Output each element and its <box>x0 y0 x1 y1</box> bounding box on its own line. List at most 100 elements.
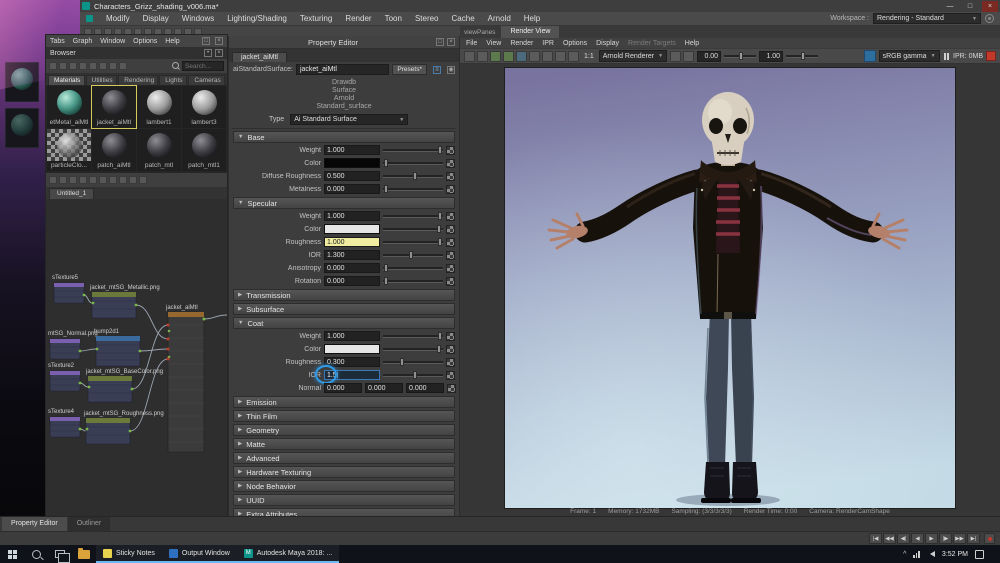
workspace-dropdown[interactable]: Rendering - Standard ▼ <box>873 13 981 24</box>
attr-value-field[interactable]: 1.000 <box>324 331 380 341</box>
search-button[interactable] <box>24 545 48 563</box>
toolbar-icon[interactable] <box>139 176 147 184</box>
slider-handle[interactable] <box>801 52 806 60</box>
toolbar-icon[interactable] <box>99 62 107 70</box>
taskbar-app-output-window[interactable]: Output Window <box>161 545 237 563</box>
step-back-frame-button[interactable]: ◀◀ <box>883 533 896 544</box>
texture-map-button[interactable] <box>446 224 455 234</box>
attr-value-field[interactable]: 0.000 <box>324 184 380 194</box>
set-key-icon[interactable] <box>984 533 995 544</box>
menu-render-targets[interactable]: Render Targets <box>628 40 676 47</box>
section-header-uuid[interactable]: ▶ UUID <box>233 494 455 506</box>
attr-value-field[interactable]: 1.5 <box>324 370 380 380</box>
menu-texturing[interactable]: Texturing <box>300 14 332 23</box>
gamma-slider[interactable] <box>786 51 819 61</box>
slider-handle[interactable] <box>408 251 413 259</box>
menu-display[interactable]: Display <box>143 14 169 23</box>
keep-image-icon[interactable] <box>542 50 553 62</box>
toolbar-icon[interactable] <box>89 176 97 184</box>
menu-view[interactable]: View <box>486 40 501 47</box>
exposure-field[interactable]: 0.00 <box>697 50 722 62</box>
start-button[interactable] <box>0 545 24 563</box>
ipr-render-icon[interactable] <box>503 50 514 62</box>
texture-map-button[interactable] <box>446 171 455 181</box>
close-icon[interactable]: × <box>447 38 455 46</box>
menu-cameras[interactable]: Cameras <box>188 75 226 85</box>
section-header-subsurface[interactable]: ▶ Subsurface <box>233 303 455 315</box>
toolbar-icon[interactable] <box>79 62 87 70</box>
texture-map-button[interactable] <box>446 237 455 247</box>
toolbar-icon[interactable] <box>109 176 117 184</box>
open-image-icon[interactable] <box>464 50 475 62</box>
menu-arnold[interactable]: Arnold <box>488 14 511 23</box>
texture-map-button[interactable] <box>446 276 455 286</box>
menu-materials[interactable]: Materials <box>48 75 85 85</box>
section-header-coat[interactable]: ▼ Coat <box>233 317 455 329</box>
texture-map-button[interactable] <box>446 357 455 367</box>
slider-handle[interactable] <box>384 185 389 193</box>
stop-ipr-icon[interactable] <box>986 51 996 61</box>
section-header-hardware-texturing[interactable]: ▶ Hardware Texturing <box>233 466 455 478</box>
maximize-button[interactable]: □ <box>962 1 978 12</box>
texture-map-button[interactable] <box>446 331 455 341</box>
section-header-emission[interactable]: ▶ Emission <box>233 396 455 408</box>
texture-map-button[interactable] <box>446 370 455 380</box>
go-to-end-button[interactable]: ▶| <box>967 533 980 544</box>
step-forward-key-button[interactable]: |▶ <box>939 533 952 544</box>
close-icon[interactable]: × <box>215 37 223 45</box>
colorspace-dropdown[interactable]: sRGB gamma ▼ <box>878 50 940 62</box>
section-header-advanced[interactable]: ▶ Advanced <box>233 452 455 464</box>
toolbar-icon[interactable] <box>109 62 117 70</box>
search-input[interactable] <box>182 61 224 71</box>
attr-slider[interactable] <box>383 158 443 168</box>
attr-value-field[interactable]: 0.000 <box>365 383 403 393</box>
texture-map-button[interactable] <box>446 145 455 155</box>
network-icon[interactable] <box>913 550 920 558</box>
menu-toon[interactable]: Toon <box>385 14 402 23</box>
node-name-field[interactable]: jacket_aiMtl <box>295 64 390 75</box>
color-management-icon[interactable] <box>863 50 876 62</box>
slider-handle[interactable] <box>384 159 389 167</box>
material-swatch-patch-mtl1[interactable]: patch_mtl1 <box>182 129 226 171</box>
gear-icon[interactable] <box>985 14 994 23</box>
slider-handle[interactable] <box>384 277 389 285</box>
menu-window[interactable]: Window <box>100 38 125 45</box>
menu-modify[interactable]: Modify <box>106 14 130 23</box>
attr-slider[interactable] <box>383 357 443 367</box>
attr-slider[interactable] <box>383 276 443 286</box>
attr-slider[interactable] <box>383 263 443 273</box>
attr-value-field[interactable]: 1.000 <box>324 145 380 155</box>
toolbar-icon[interactable] <box>69 176 77 184</box>
section-header-matte[interactable]: ▶ Matte <box>233 438 455 450</box>
menu-windows[interactable]: Windows <box>182 14 214 23</box>
render-settings-icon[interactable] <box>568 50 579 62</box>
task-view-button[interactable] <box>48 545 72 563</box>
tab-jacket-aimtl[interactable]: jacket_aiMtl <box>232 52 287 62</box>
popout-icon[interactable]: □ <box>436 38 444 46</box>
menu-render[interactable]: Render <box>510 40 533 47</box>
toolbar-icon[interactable] <box>89 62 97 70</box>
section-header-base[interactable]: ▼ Base <box>233 131 455 143</box>
toolbar-icon[interactable] <box>119 62 127 70</box>
slider-handle[interactable] <box>438 212 443 220</box>
section-header-specular[interactable]: ▼ Specular <box>233 197 455 209</box>
toolbar-icon[interactable] <box>49 176 57 184</box>
attr-slider[interactable] <box>383 237 443 247</box>
texture-map-button[interactable] <box>446 250 455 260</box>
menu-tabs[interactable]: Tabs <box>50 38 65 45</box>
attr-value-field[interactable]: 1.000 <box>324 211 380 221</box>
section-header-extra-attributes[interactable]: ▶ Extra Attributes <box>233 508 455 516</box>
menu-options[interactable]: Options <box>133 38 157 45</box>
gamma-field[interactable]: 1.00 <box>759 50 784 62</box>
section-header-geometry[interactable]: ▶ Geometry <box>233 424 455 436</box>
menu-stereo[interactable]: Stereo <box>415 14 439 23</box>
taskbar-app-autodesk-maya-2018[interactable]: Autodesk Maya 2018: ... <box>236 545 340 563</box>
section-header-transmission[interactable]: ▶ Transmission <box>233 289 455 301</box>
texture-map-button[interactable] <box>446 158 455 168</box>
section-header-thin-film[interactable]: ▶ Thin Film <box>233 410 455 422</box>
redo-render-icon[interactable] <box>490 50 501 62</box>
attr-slider[interactable] <box>383 344 443 354</box>
slider-handle[interactable] <box>438 146 443 154</box>
attr-slider[interactable] <box>383 184 443 194</box>
menu-graph[interactable]: Graph <box>73 38 92 45</box>
